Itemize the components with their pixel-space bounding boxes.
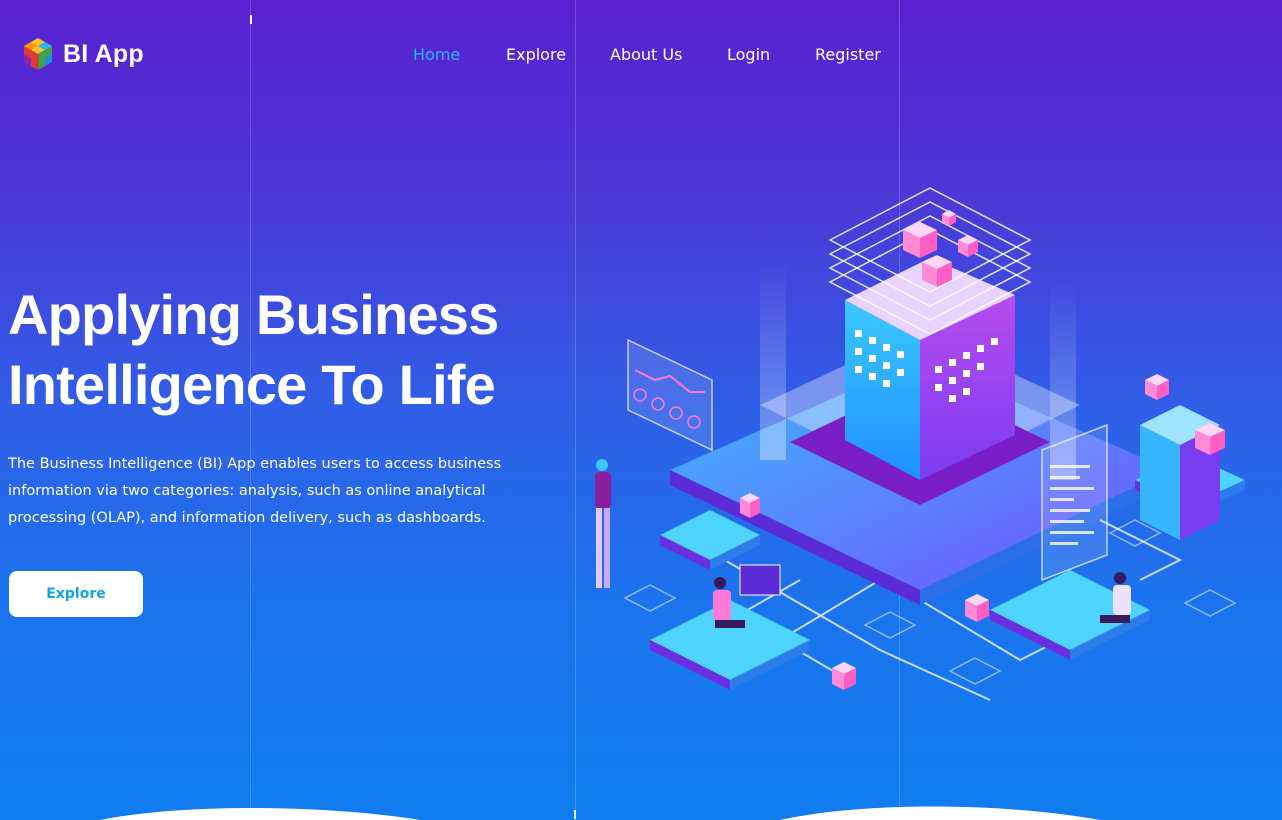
layout-guide-line [575,0,576,820]
main-nav: Home Explore About Us Login Register [0,44,1282,68]
isometric-data-center-illustration [595,187,1245,701]
hero-title-line-1: Applying Business [8,283,499,346]
guide-tick [250,15,252,24]
bottom-wave [100,806,1100,820]
nav-login[interactable]: Login [727,44,770,66]
hero-title: Applying Business Intelligence To Life [8,280,568,420]
hero-description: The Business Intelligence (BI) App enabl… [8,456,502,526]
nav-register[interactable]: Register [815,44,881,66]
nav-explore[interactable]: Explore [506,44,566,66]
nav-about-us[interactable]: About Us [610,44,682,66]
nav-home[interactable]: Home [413,44,460,66]
hero-title-line-2: Intelligence To Life [8,353,496,416]
explore-button[interactable]: Explore [9,571,143,617]
